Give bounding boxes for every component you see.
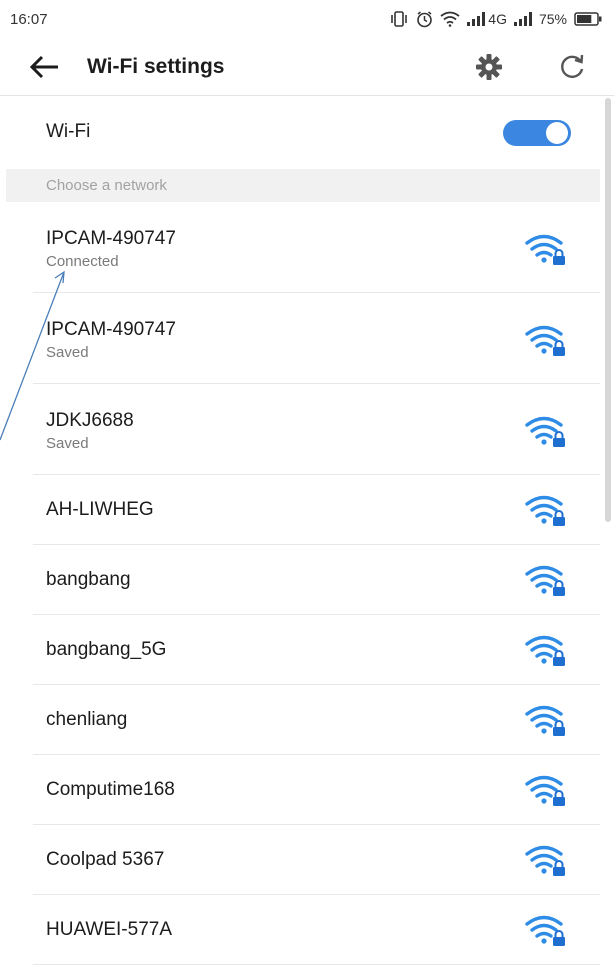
refresh-icon [561,54,584,78]
wifi-locked-icon [524,773,568,807]
network-list-item[interactable]: Coolpad 5367 [0,825,600,895]
network-status: Connected [46,253,119,270]
wifi-locked-icon [524,563,568,597]
back-button[interactable] [28,52,62,82]
section-header: Choose a network [6,169,600,202]
battery-icon [574,12,602,26]
network-list: IPCAM-490747 Connected IPCAM-490747 Saved JD… [0,202,600,965]
wifi-locked-icon [524,633,568,667]
network-name: bangbang [46,569,131,590]
network-list-item[interactable]: bangbang_5G [0,615,600,685]
signal-icon-2 [513,12,532,26]
wifi-locked-icon [524,232,568,266]
network-type-label: 4G [488,11,507,27]
network-name: AH-LIWHEG [46,499,154,520]
vibrate-icon [389,11,409,27]
network-list-item[interactable]: bangbang [0,545,600,615]
wifi-toggle-switch[interactable] [503,120,571,146]
network-name: JDKJ6688 [46,410,134,431]
network-list-item[interactable]: Computime168 [0,755,600,825]
wifi-status-icon [440,11,460,27]
toggle-knob [546,122,568,144]
network-status: Saved [46,435,89,452]
network-list-item[interactable]: chenliang [0,685,600,755]
network-name: HUAWEI-577A [46,919,172,940]
settings-button[interactable] [473,51,505,83]
wifi-locked-icon [524,703,568,737]
battery-percent: 75% [538,11,567,27]
wifi-toggle-row[interactable]: Wi-Fi [0,97,600,169]
network-list-item[interactable]: AH-LIWHEG [0,475,600,545]
network-list-item[interactable]: IPCAM-490747 Saved [0,293,600,384]
toolbar: Wi-Fi settings [0,38,614,96]
network-list-item[interactable]: HUAWEI-577A [0,895,600,965]
network-name: IPCAM-490747 [46,319,176,340]
back-arrow-icon [29,55,58,79]
page-title: Wi-Fi settings [87,55,225,78]
refresh-button[interactable] [556,51,588,83]
signal-icon [467,12,486,26]
section-label: Choose a network [46,177,167,194]
network-list-item[interactable]: JDKJ6688 Saved [0,384,600,475]
network-name: chenliang [46,709,128,730]
network-name: Coolpad 5367 [46,849,165,870]
wifi-locked-icon [524,323,568,357]
network-name: bangbang_5G [46,639,167,660]
network-name: Computime168 [46,779,175,800]
scrollbar[interactable] [605,98,611,522]
status-icons: 4G 75% [389,10,602,28]
wifi-locked-icon [524,843,568,877]
network-status: Saved [46,344,89,361]
network-list-item[interactable]: IPCAM-490747 Connected [0,202,600,293]
wifi-locked-icon [524,913,568,947]
network-name: IPCAM-490747 [46,228,176,249]
status-time: 16:07 [10,10,48,28]
wifi-locked-icon [524,414,568,448]
wifi-locked-icon [524,493,568,527]
wifi-toggle-label: Wi-Fi [46,121,91,142]
gear-icon [476,54,502,80]
alarm-icon [416,10,433,28]
status-bar: 16:07 4G 75% [0,0,614,38]
